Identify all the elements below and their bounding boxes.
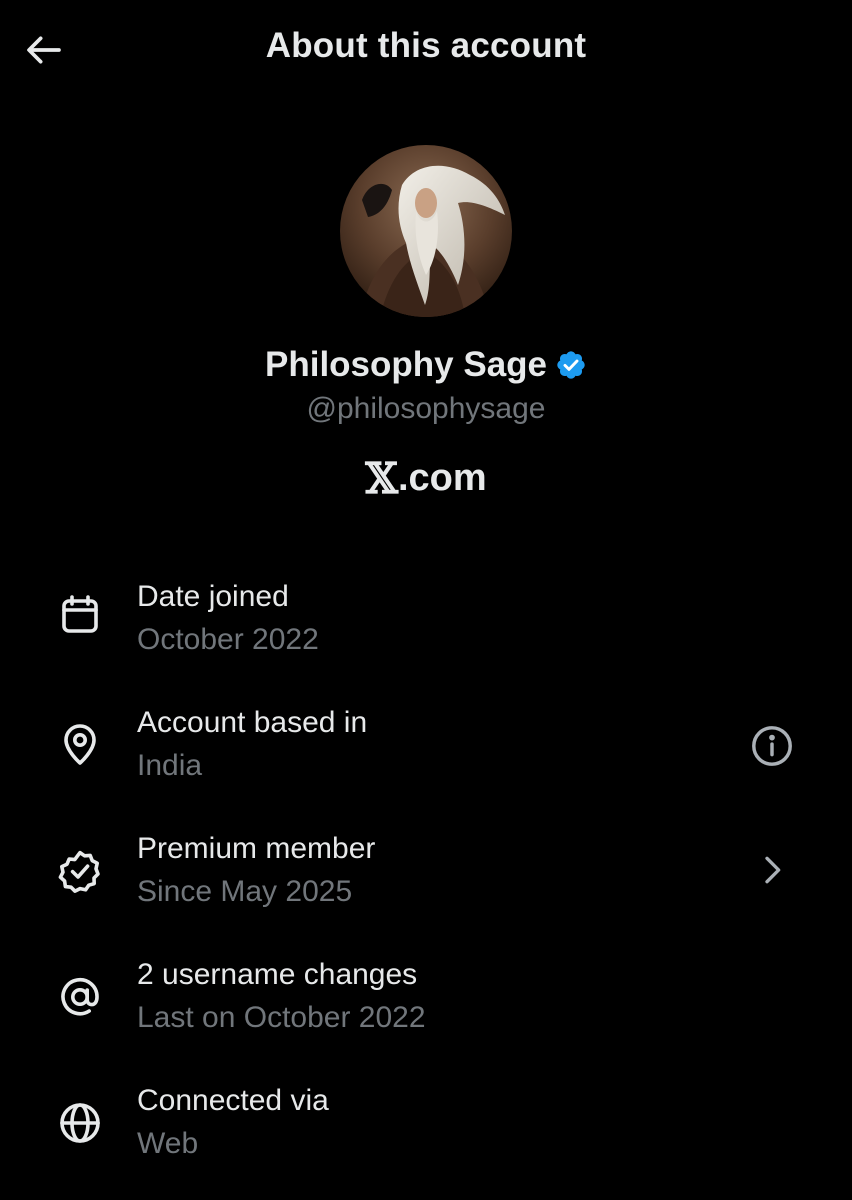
row-subtitle: October 2022 [137, 623, 319, 656]
globe-icon [55, 1098, 105, 1148]
row-title: 2 username changes [137, 958, 418, 991]
username-handle: @philosophysage [306, 392, 546, 425]
info-row-connected-via: Connected via Web [0, 1074, 852, 1174]
top-bar: About this account [0, 0, 852, 100]
row-title: Date joined [137, 580, 289, 613]
info-row-username-changes: 2 username changes Last on October 2022 [0, 948, 852, 1048]
info-row-account-based-in: Account based in India [0, 696, 852, 796]
avatar [340, 145, 512, 317]
row-subtitle: India [137, 749, 203, 782]
row-title: Connected via [137, 1084, 329, 1117]
display-name: Philosophy Sage [265, 345, 547, 384]
chevron-right-icon [765, 856, 781, 884]
premium-details-button[interactable] [748, 846, 796, 894]
row-subtitle: Web [137, 1127, 199, 1160]
info-button[interactable] [748, 722, 796, 770]
verified-badge-icon [557, 351, 585, 379]
info-row-premium-member[interactable]: Premium member Since May 2025 [0, 822, 852, 922]
display-name-row: Philosophy Sage [0, 345, 852, 385]
at-sign-icon [55, 972, 105, 1022]
site-label: 𝕏 .com [0, 454, 852, 503]
x-logo-icon: 𝕏 [365, 454, 398, 503]
row-subtitle: Last on October 2022 [137, 1001, 426, 1034]
info-row-date-joined: Date joined October 2022 [0, 570, 852, 670]
site-domain: .com [397, 457, 487, 499]
location-pin-icon [55, 720, 105, 770]
calendar-icon [55, 590, 105, 640]
row-title: Account based in [137, 706, 368, 739]
verified-badge-outline-icon [55, 846, 105, 896]
page-title: About this account [265, 26, 587, 65]
row-subtitle: Since May 2025 [137, 875, 353, 908]
info-icon [752, 726, 792, 766]
row-title: Premium member [137, 832, 376, 865]
